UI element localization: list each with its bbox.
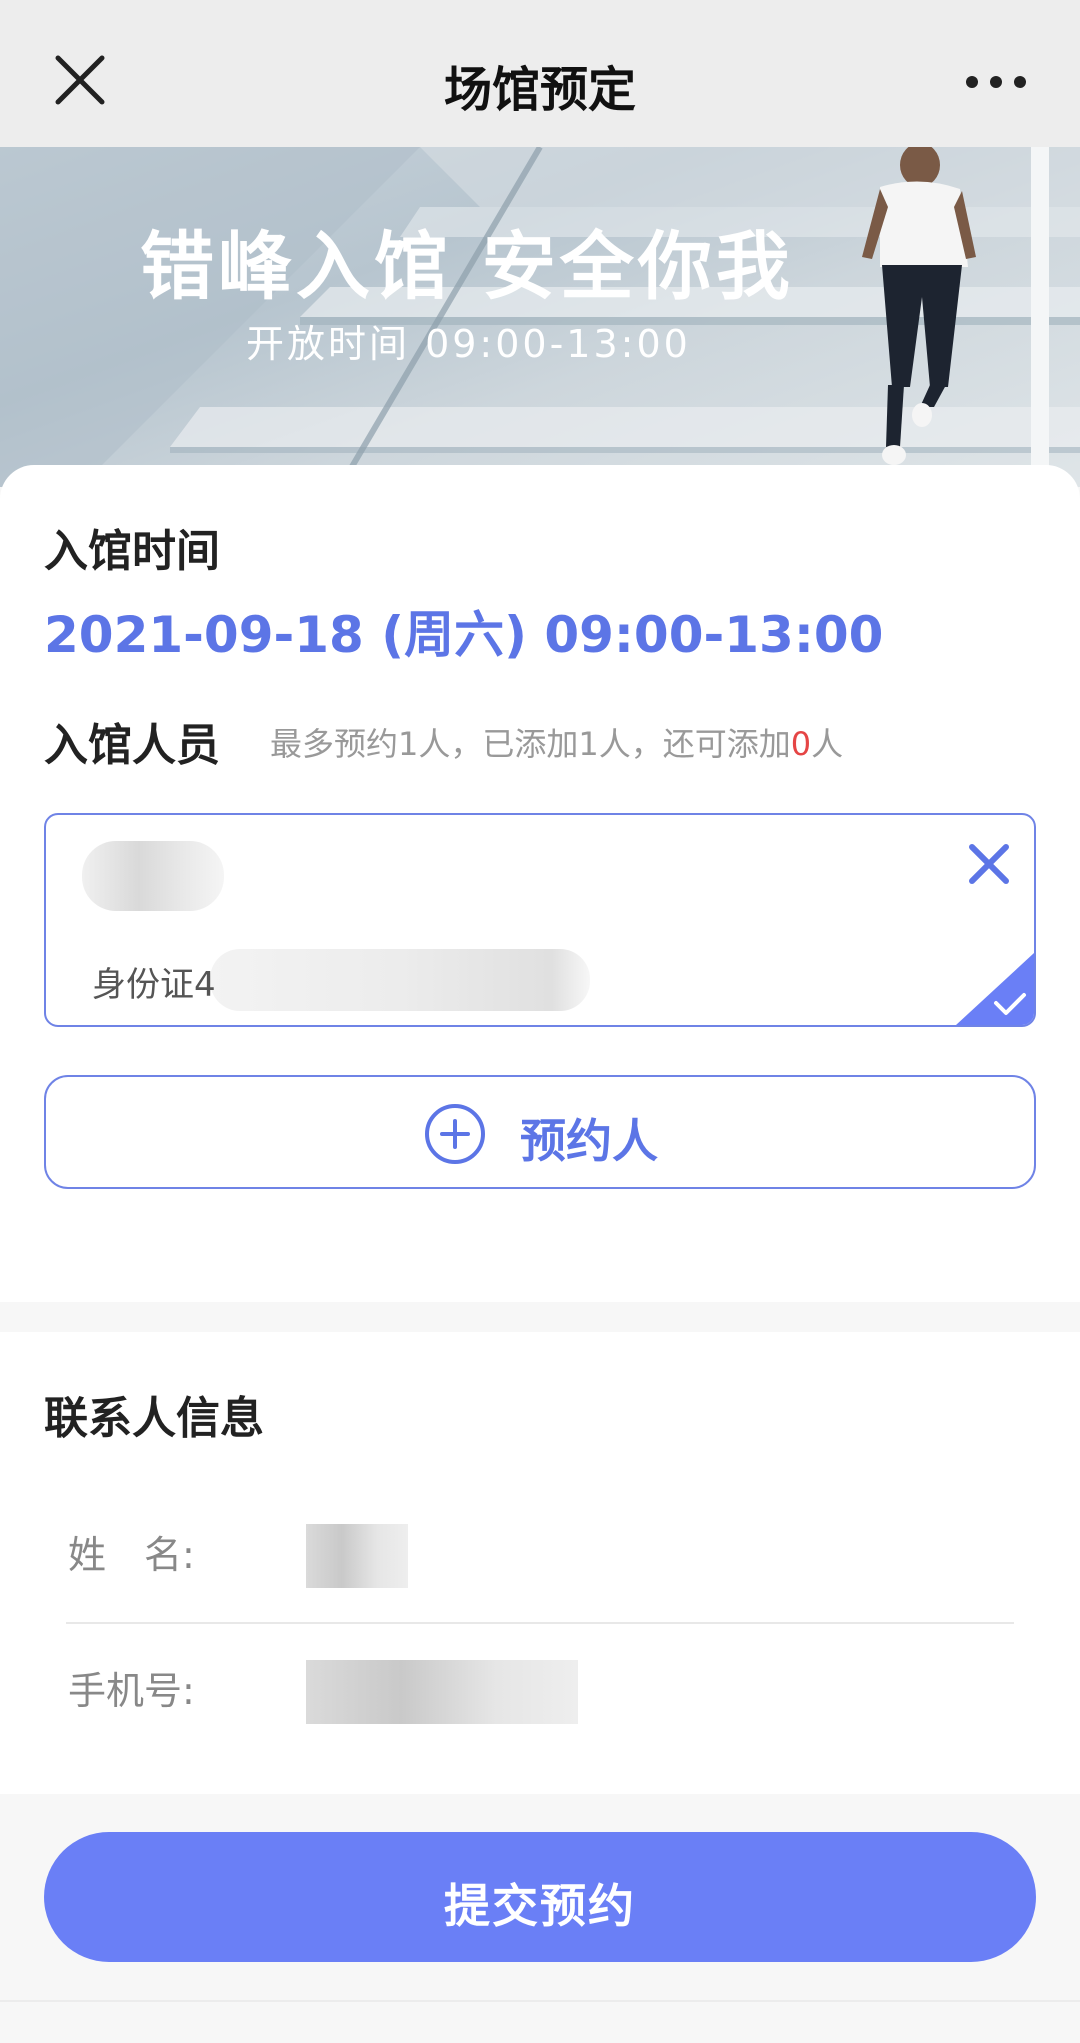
footer-divider — [0, 2000, 1080, 2002]
contact-section: 联系人信息 姓 名: 手机号: — [0, 1332, 1080, 1794]
person-id-label: 身份证4 — [92, 965, 216, 1005]
person-id-blurred — [210, 949, 590, 1011]
plus-circle-icon — [425, 1104, 485, 1164]
remove-person-icon[interactable] — [964, 839, 1014, 889]
banner: 错峰入馆 安全你我 开放时间 09:00-13:00 — [0, 147, 1080, 487]
quota-hint-suffix: 人 — [811, 725, 844, 763]
person-name-blurred — [82, 841, 224, 911]
name-field-label: 姓 名: — [68, 1533, 195, 1577]
field-divider — [66, 1622, 1014, 1624]
entry-time-label: 入馆时间 — [44, 526, 220, 577]
more-icon[interactable] — [964, 62, 1028, 102]
checkmark-icon — [956, 953, 1034, 1025]
banner-subtitle: 开放时间 09:00-13:00 — [246, 322, 691, 366]
booking-card: 入馆时间 2021-09-18 (周六) 09:00-13:00 入馆人员 最多… — [0, 465, 1080, 1302]
submit-booking-button[interactable]: 提交预约 — [44, 1832, 1036, 1962]
navbar: 场馆预定 — [0, 0, 1080, 147]
submit-booking-label: 提交预约 — [444, 1879, 636, 1933]
phone-field-value-blurred[interactable] — [306, 1660, 578, 1724]
page-title: 场馆预定 — [443, 62, 636, 118]
quota-hint-prefix: 最多预约1人，已添加1人，还可添加 — [270, 725, 791, 763]
add-person-button[interactable]: 预约人 — [44, 1075, 1036, 1189]
phone-field-label: 手机号: — [68, 1669, 195, 1713]
entry-datetime: 2021-09-18 (周六) 09:00-13:00 — [44, 606, 884, 664]
selected-person-card[interactable]: 身份证4 — [44, 813, 1036, 1027]
banner-title: 错峰入馆 安全你我 — [140, 224, 794, 310]
quota-hint: 最多预约1人，已添加1人，还可添加0人 — [270, 719, 843, 765]
footer: 提交预约 — [0, 1794, 1080, 2043]
entry-people-label: 入馆人员 — [44, 720, 220, 771]
contact-title: 联系人信息 — [44, 1393, 264, 1444]
name-field-value-blurred[interactable] — [306, 1524, 408, 1588]
add-person-label: 预约人 — [520, 1114, 658, 1168]
quota-remaining-count: 0 — [790, 725, 812, 763]
